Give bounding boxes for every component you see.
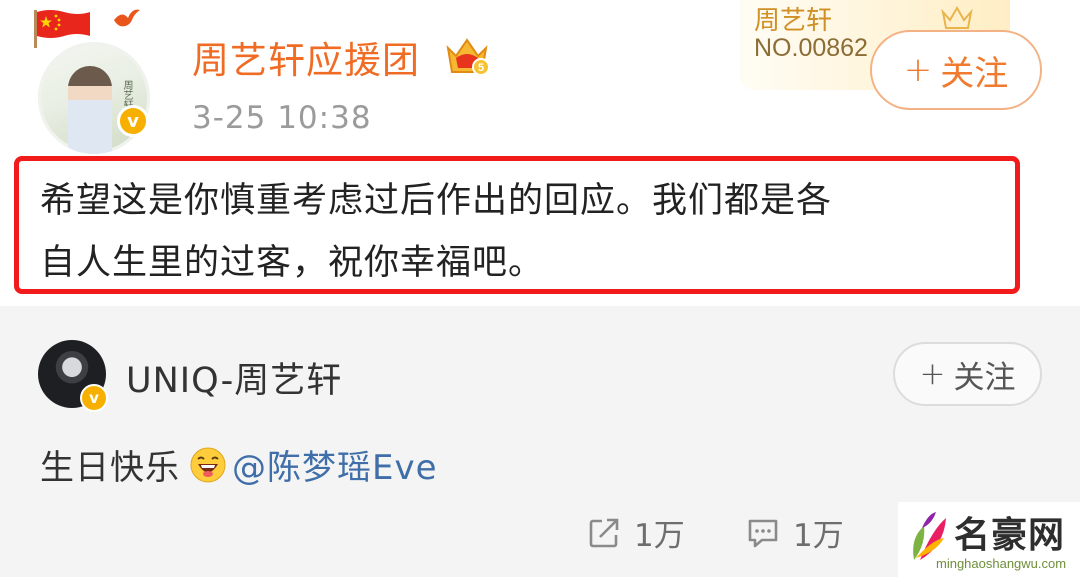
svg-text:5: 5 xyxy=(478,62,484,74)
follow-label: 关注 xyxy=(940,53,1009,94)
comment-action[interactable]: 1万 xyxy=(745,510,844,555)
author-name[interactable]: 周艺轩应援团 xyxy=(192,30,420,84)
repost-content: 生日快乐 @陈梦瑶Eve xyxy=(40,440,438,489)
bird-icon xyxy=(114,9,140,27)
crown-icon xyxy=(941,6,973,29)
follow-label: 关注 xyxy=(953,359,1016,396)
follow-button[interactable]: + 关注 xyxy=(870,30,1042,110)
avatar[interactable]: 周艺轩 xyxy=(38,42,150,154)
verified-badge-icon: v xyxy=(80,384,108,412)
plus-icon: + xyxy=(919,356,946,392)
repost-author-name[interactable]: UNIQ-周艺轩 xyxy=(126,352,342,403)
comment-count: 1万 xyxy=(793,518,844,554)
comment-icon xyxy=(748,519,778,547)
repost-action[interactable]: 1万 xyxy=(586,510,685,555)
watermark-url: minghaoshangwu.com xyxy=(936,556,1067,571)
post-time: 3-25 10:38 xyxy=(192,100,372,136)
avatar-photo xyxy=(68,66,112,154)
crown-level-icon: 5 xyxy=(446,38,490,76)
share-icon xyxy=(589,518,619,547)
verified-badge-icon: v xyxy=(117,105,149,137)
fan-card-name: 周艺轩 xyxy=(754,6,833,36)
watermark-title: 名豪网 xyxy=(954,515,1066,556)
plus-icon: + xyxy=(903,50,933,90)
follow-button[interactable]: + 关注 xyxy=(893,342,1042,406)
mention-link[interactable]: @陈梦瑶Eve xyxy=(232,440,438,489)
repost-count: 1万 xyxy=(634,518,685,554)
repost-text: 生日快乐 xyxy=(40,448,180,488)
post-content-line: 自人生里的过客，祝你幸福吧。 xyxy=(40,243,545,283)
fan-card-number: NO.00862 xyxy=(754,34,868,62)
post-content-line: 希望这是你慎重考虑过后作出的回应。我们都是各 xyxy=(40,181,833,221)
laughing-face-icon xyxy=(190,447,226,482)
